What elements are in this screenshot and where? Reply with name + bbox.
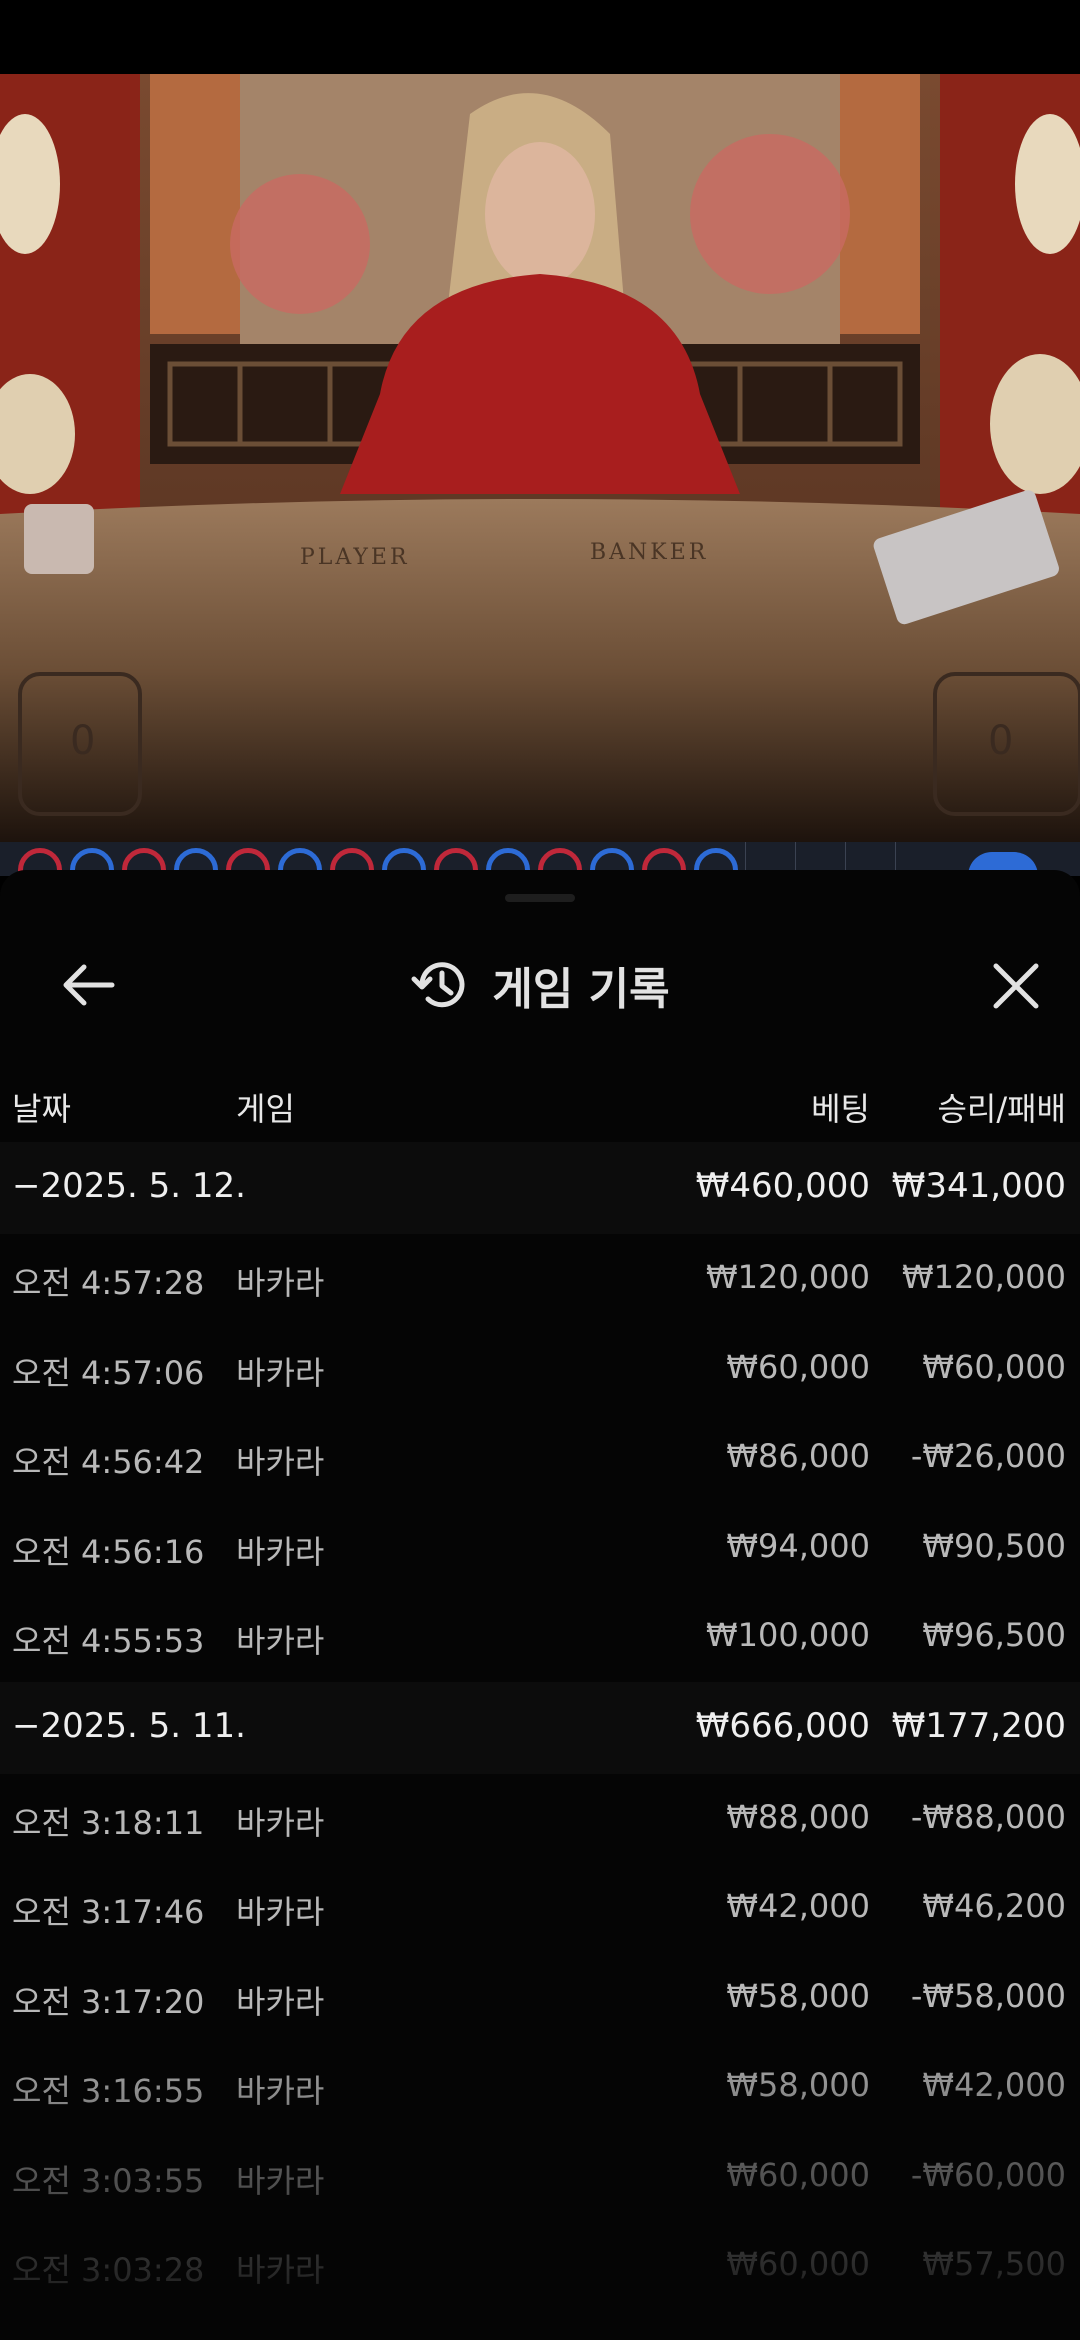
table-row[interactable]: 오전 4:55:53 바카라 ₩100,000 ₩96,500 (0, 1592, 1080, 1682)
row-winloss: ₩42,000 (922, 2066, 1066, 2104)
row-bet: ₩58,000 (726, 1976, 870, 2015)
row-game: 바카라 (236, 1264, 325, 1302)
table-row[interactable]: 오전 4:57:28 바카라 ₩120,000 ₩120,000 (0, 1234, 1080, 1324)
row-winloss: ₩90,500 (922, 1526, 1066, 1565)
row-winloss: -₩26,000 (910, 1437, 1066, 1475)
row-winloss: -₩88,000 (910, 1797, 1066, 1836)
table-header: 날짜 게임 베팅 승리/패배 (0, 1074, 1080, 1134)
table-row[interactable]: 오전 3:03:28 바카라 ₩60,000 ₩57,500 (0, 2221, 1080, 2311)
row-game: 바카라 (236, 2072, 325, 2110)
column-header-winloss[interactable]: 승리/패배 (937, 1084, 1066, 1130)
table-row[interactable]: 오전 4:56:16 바카라 ₩94,000 ₩90,500 (0, 1503, 1080, 1593)
row-bet: ₩86,000 (726, 1437, 870, 1475)
close-icon (993, 963, 1039, 1009)
row-bet: ₩94,000 (726, 1526, 870, 1565)
row-time: 오전 3:16:55 (12, 2072, 205, 2110)
row-time: 오전 3:17:46 (12, 1893, 205, 1931)
sheet-drag-handle[interactable] (505, 894, 575, 902)
table-row[interactable]: 오전 3:03:55 바카라 ₩60,000 -₩60,000 (0, 2132, 1080, 2222)
table-row[interactable]: 오전 4:56:42 바카라 ₩86,000 -₩26,000 (0, 1413, 1080, 1503)
column-header-bet[interactable]: 베팅 (811, 1084, 870, 1130)
table-row[interactable]: 오전 3:17:20 바카라 ₩58,000 -₩58,000 (0, 1953, 1080, 2043)
row-time: 오전 3:03:28 (12, 2251, 205, 2289)
row-winloss: ₩120,000 (902, 1258, 1066, 1296)
row-game: 바카라 (236, 1803, 325, 1842)
row-game: 바카라 (236, 1982, 325, 2021)
row-winloss: ₩96,500 (922, 1616, 1066, 1654)
group-winloss-total: ₩177,200 (891, 1705, 1066, 1746)
date-group-row[interactable]: −2025. 5. 11. ₩666,000 ₩177,200 (0, 1681, 1080, 1774)
row-winloss: -₩60,000 (910, 2155, 1066, 2194)
row-winloss: -₩58,000 (910, 1976, 1066, 2015)
group-winloss-total: ₩341,000 (891, 1166, 1066, 1206)
page-title: 게임 기록 (492, 964, 670, 1015)
close-button[interactable] (976, 946, 1056, 1026)
row-winloss: ₩57,500 (922, 2245, 1066, 2283)
row-game: 바카라 (236, 2161, 325, 2200)
group-date-toggle: −2025. 5. 12. (12, 1166, 246, 1206)
column-header-game[interactable]: 게임 (236, 1084, 295, 1130)
history-icon (411, 962, 465, 1008)
row-bet: ₩88,000 (726, 1797, 870, 1836)
row-time: 오전 4:57:28 (12, 1264, 205, 1302)
row-winloss: ₩46,200 (922, 1887, 1066, 1925)
row-time: 오전 4:56:42 (12, 1443, 205, 1481)
row-game: 바카라 (236, 1622, 325, 1660)
group-bet-total: ₩460,000 (695, 1166, 870, 1206)
counter-left: 0 (70, 718, 95, 764)
row-game: 바카라 (236, 1353, 325, 1392)
counter-right: 0 (988, 718, 1013, 764)
table-row[interactable]: 오전 3:17:46 바카라 ₩42,000 ₩46,200 (0, 1863, 1080, 1953)
status-bar (0, 0, 1080, 74)
table-row[interactable]: 오전 3:18:11 바카라 ₩88,000 -₩88,000 (0, 1774, 1080, 1864)
sheet-title-group: 게임 기록 (0, 930, 1080, 1040)
date-group-row[interactable]: −2025. 5. 12. ₩460,000 ₩341,000 (0, 1142, 1080, 1234)
history-table-body: −2025. 5. 12. ₩460,000 ₩341,000 오전 4:57:28 바… (0, 1142, 1080, 2311)
group-bet-total: ₩666,000 (695, 1705, 870, 1746)
row-time: 오전 4:56:16 (12, 1532, 205, 1571)
table-row[interactable]: 오전 4:57:06 바카라 ₩60,000 ₩60,000 (0, 1324, 1080, 1414)
row-bet: ₩58,000 (726, 2066, 870, 2104)
row-time: 오전 3:17:20 (12, 1982, 205, 2021)
row-bet: ₩60,000 (726, 1347, 870, 1386)
live-dealer-video[interactable]: PLAYER BANKER 0 0 (0, 74, 1080, 844)
row-bet: ₩100,000 (706, 1616, 870, 1654)
row-bet: ₩120,000 (706, 1258, 870, 1296)
table-row[interactable]: 오전 3:16:55 바카라 ₩58,000 ₩42,000 (0, 2042, 1080, 2132)
table-label-player: PLAYER (300, 545, 410, 570)
row-bet: ₩42,000 (726, 1887, 870, 1925)
row-game: 바카라 (236, 1532, 325, 1571)
row-bet: ₩60,000 (726, 2155, 870, 2194)
game-history-sheet: 게임 기록 날짜 게임 베팅 승리/패배 −2025. 5. 12. ₩460,0… (0, 870, 1080, 2340)
row-time: 오전 3:18:11 (12, 1803, 205, 1842)
row-game: 바카라 (236, 1443, 325, 1481)
row-time: 오전 3:03:55 (12, 2161, 205, 2200)
row-time: 오전 4:57:06 (12, 1353, 205, 1392)
sheet-header: 게임 기록 (0, 930, 1080, 1040)
row-winloss: ₩60,000 (922, 1347, 1066, 1386)
row-game: 바카라 (236, 1893, 325, 1931)
group-date-toggle: −2025. 5. 11. (12, 1705, 246, 1746)
row-bet: ₩60,000 (726, 2245, 870, 2283)
dealer-scene: PLAYER BANKER 0 0 (0, 74, 1080, 844)
table-label-banker: BANKER (590, 540, 708, 565)
row-time: 오전 4:55:53 (12, 1622, 205, 1660)
column-header-date[interactable]: 날짜 (12, 1084, 71, 1130)
row-game: 바카라 (236, 2251, 325, 2289)
